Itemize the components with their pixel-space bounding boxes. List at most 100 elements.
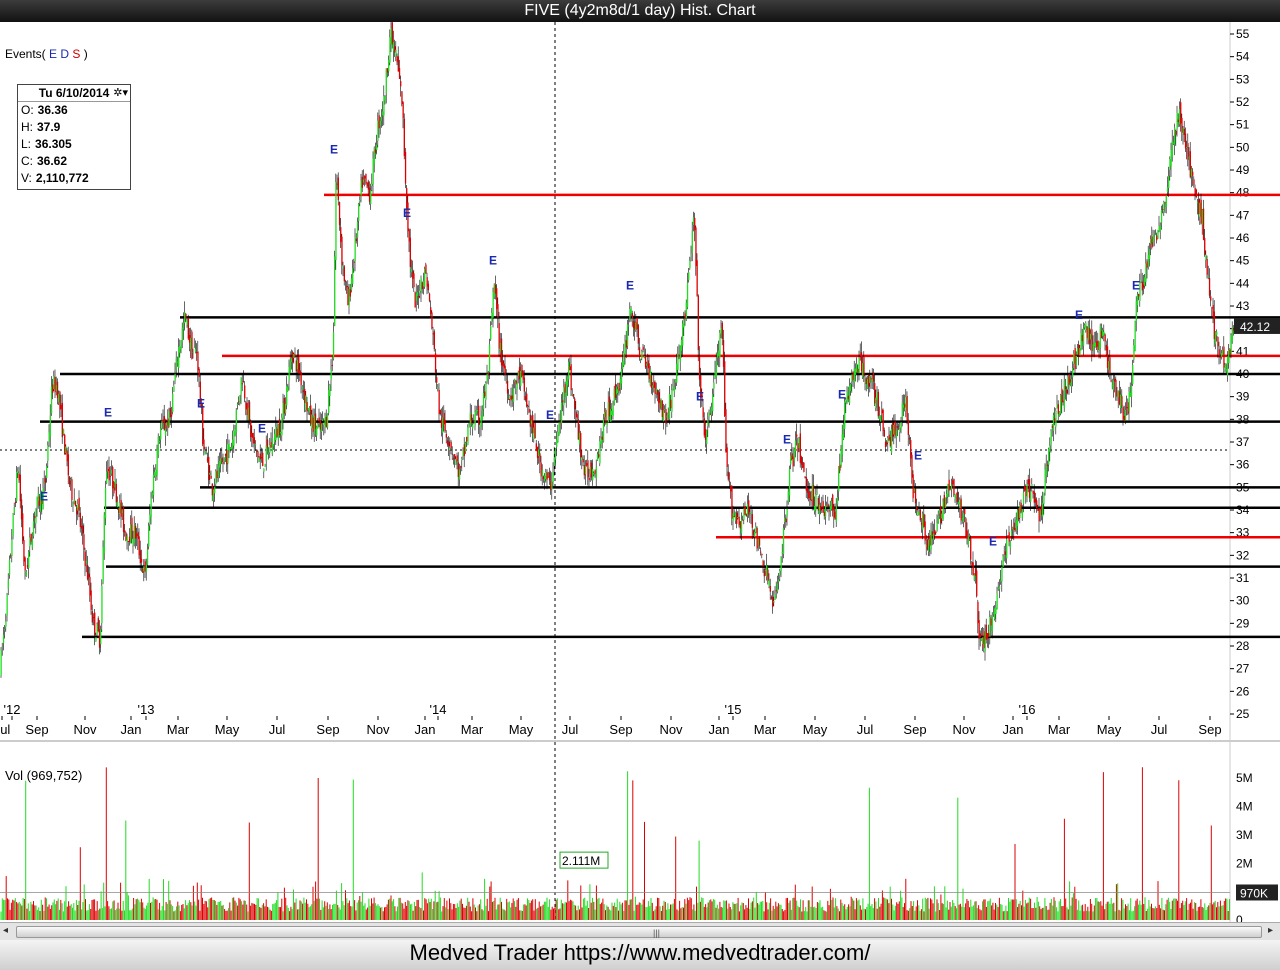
candle-body (1183, 128, 1185, 135)
events-legend[interactable]: Events( E D S ) (5, 47, 88, 61)
earnings-event-marker[interactable]: E (696, 390, 704, 404)
candle-body (71, 479, 73, 501)
candle-body (227, 444, 229, 464)
candle-body (281, 417, 283, 436)
candle-body (184, 312, 186, 324)
candle-body (1175, 130, 1177, 135)
candle-body (1098, 341, 1100, 351)
candle-body (638, 347, 641, 357)
candle-body (347, 286, 349, 306)
candle-body (25, 571, 27, 577)
candle-body (560, 402, 563, 424)
candle-body (860, 352, 863, 372)
ohlc-info-box[interactable]: Tu 6/10/2014 ✲▾ O: 36.36 H: 37.9 L: 36.305 … (17, 84, 131, 190)
x-tick-label: Nov (366, 722, 390, 737)
candle-body (960, 498, 962, 521)
events-prefix: Events( (5, 47, 46, 61)
candle-body (95, 637, 97, 642)
candle-body (373, 147, 375, 164)
events-e-toggle[interactable]: E (49, 47, 57, 61)
candle-body (521, 364, 523, 376)
candle-body (439, 409, 441, 415)
earnings-event-marker[interactable]: E (626, 279, 634, 293)
earnings-event-marker[interactable]: E (783, 433, 791, 447)
candle-body (34, 515, 36, 519)
candle-body (365, 173, 367, 184)
candle-body (1086, 326, 1088, 339)
candle-body (667, 413, 669, 415)
candle-body (572, 394, 575, 397)
candle-body (910, 440, 912, 459)
candle-body (742, 519, 744, 521)
candle-body (72, 504, 74, 506)
candle-body (257, 451, 259, 458)
candle-body (766, 565, 768, 577)
earnings-event-marker[interactable]: E (989, 535, 997, 549)
candle-body (749, 512, 751, 514)
earnings-event-marker[interactable]: E (489, 254, 497, 268)
volume-tick-label: 3M (1236, 828, 1253, 842)
candle-body (614, 383, 617, 398)
candle-body (1100, 331, 1103, 339)
scrollbar-thumb[interactable]: ||| (16, 926, 1262, 938)
candle-body (1050, 431, 1052, 445)
candle-body (1075, 355, 1077, 367)
candle-body (1160, 209, 1163, 223)
earnings-event-marker[interactable]: E (546, 408, 554, 422)
candle-body (509, 395, 511, 400)
candle-body (1213, 311, 1215, 340)
chart-scrollbar[interactable]: ◂ ||| ▸ (0, 922, 1280, 941)
candle-body (900, 422, 902, 429)
candle-body (1134, 321, 1136, 352)
events-s-toggle[interactable]: S (72, 47, 80, 61)
price-volume-chart[interactable]: 2526272829303132333435363738394041424344… (0, 22, 1280, 940)
candle-body (893, 424, 895, 435)
candle-body (1229, 349, 1231, 355)
candle-body (593, 473, 595, 475)
candle-body (1207, 276, 1209, 278)
scroll-right-arrow-icon[interactable]: ▸ (1268, 925, 1273, 936)
earnings-event-marker[interactable]: E (914, 449, 922, 463)
candle-body (146, 549, 149, 565)
earnings-event-marker[interactable]: E (838, 387, 846, 401)
candle-body (847, 395, 849, 400)
candle-body (326, 413, 329, 428)
candle-body (290, 358, 293, 363)
candle-body (172, 393, 174, 413)
candle-body (1196, 201, 1199, 204)
earnings-event-marker[interactable]: E (258, 421, 266, 435)
candle-body (511, 395, 513, 399)
candle-body (653, 381, 655, 388)
candle-body (1217, 336, 1219, 347)
candle-body (7, 580, 9, 589)
earnings-event-marker[interactable]: E (197, 396, 205, 410)
chart-area[interactable]: 2526272829303132333435363738394041424344… (0, 22, 1280, 940)
candle-body (698, 356, 701, 380)
earnings-event-marker[interactable]: E (1075, 308, 1083, 322)
earnings-event-marker[interactable]: E (330, 143, 338, 157)
candle-body (920, 522, 923, 525)
candle-body (499, 342, 501, 353)
earnings-event-marker[interactable]: E (40, 489, 48, 503)
candle-body (36, 496, 38, 507)
candle-body (841, 434, 843, 455)
candle-body (1133, 345, 1135, 360)
candle-body (137, 531, 139, 539)
candle-body (707, 419, 709, 427)
candle-body (748, 500, 750, 515)
candle-body (902, 404, 905, 408)
candle-body (660, 399, 662, 408)
candle-body (871, 378, 873, 382)
scroll-left-arrow-icon[interactable]: ◂ (3, 925, 8, 936)
earnings-event-marker[interactable]: E (1132, 279, 1140, 293)
candle-body (44, 478, 47, 484)
gear-icon[interactable]: ✲▾ (113, 85, 128, 101)
earnings-event-marker[interactable]: E (403, 206, 411, 220)
candle-body (383, 96, 385, 116)
candle-body (1, 646, 3, 648)
candle-body (943, 494, 945, 508)
candle-body (635, 322, 637, 331)
events-d-toggle[interactable]: D (60, 47, 69, 61)
earnings-event-marker[interactable]: E (104, 406, 112, 420)
candle-body (968, 535, 971, 537)
